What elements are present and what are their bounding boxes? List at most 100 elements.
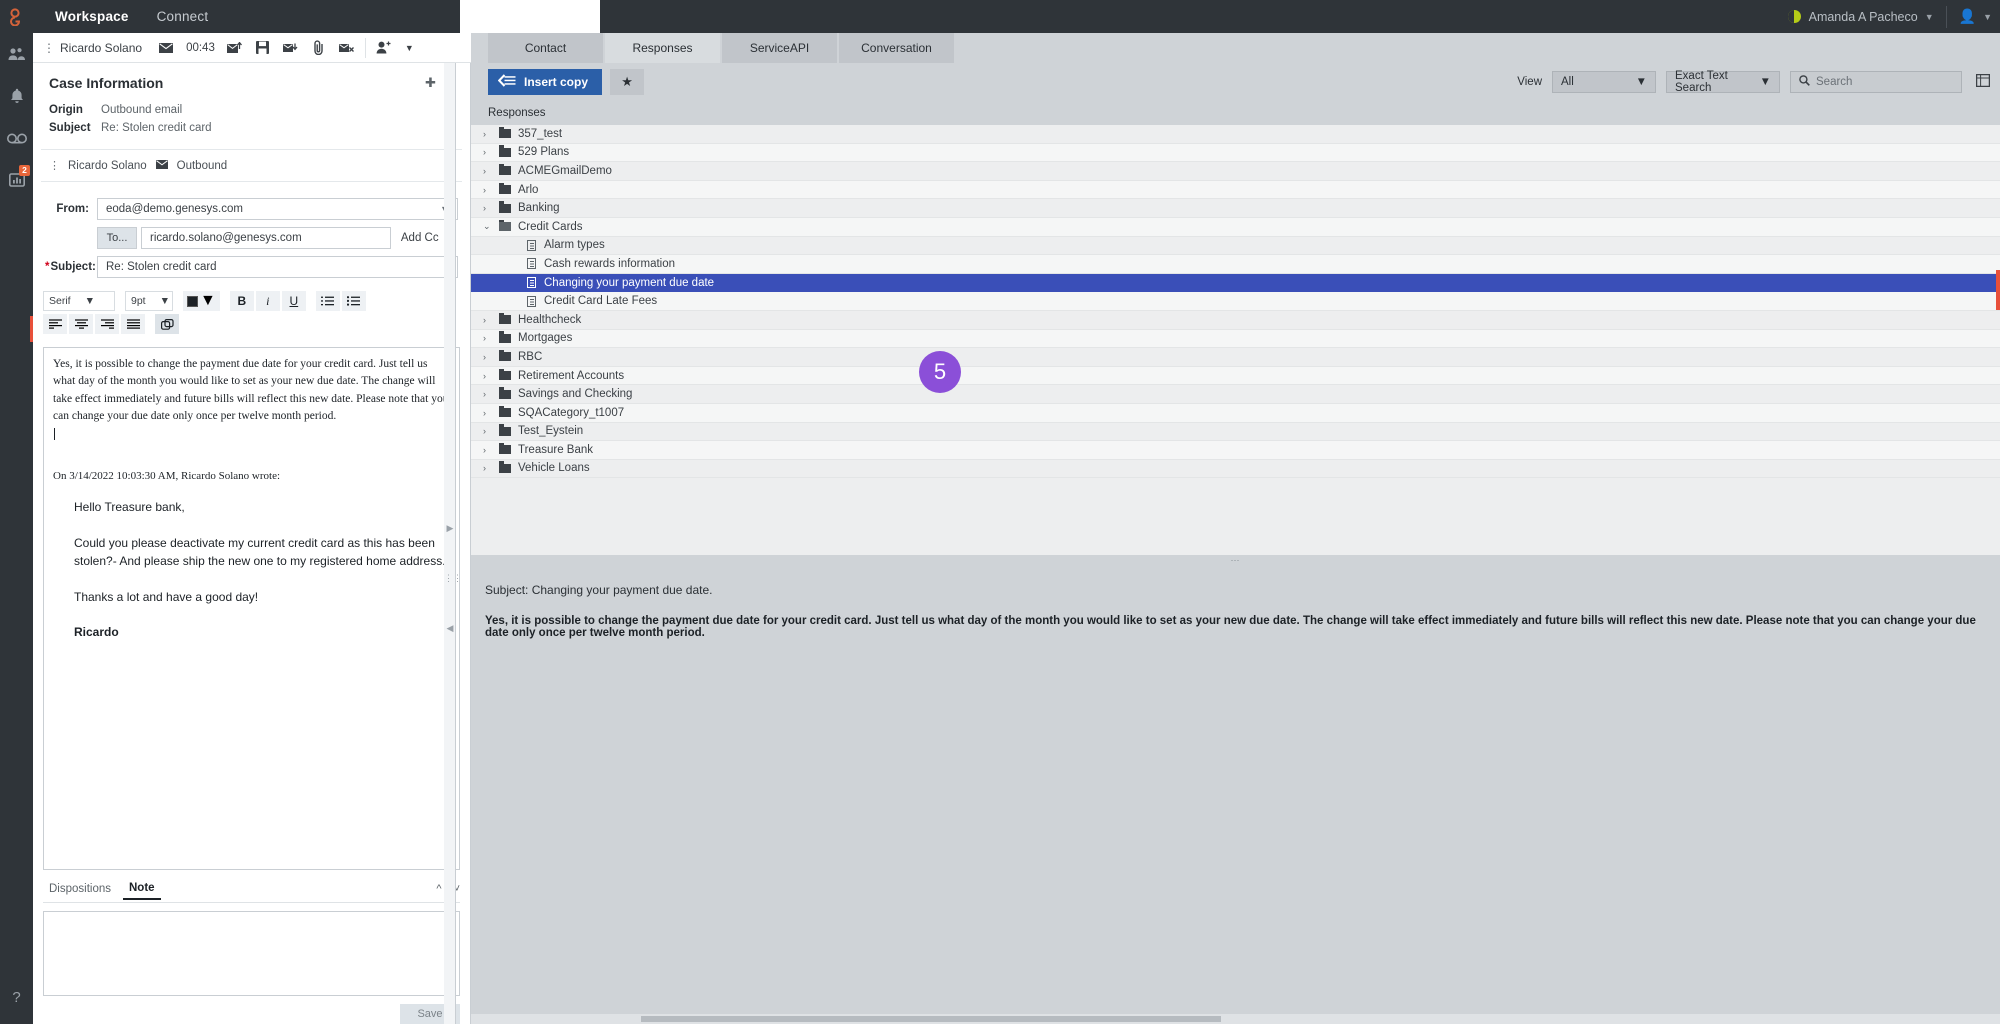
chevron-right-icon[interactable]: ›	[483, 371, 499, 381]
font-size-select[interactable]: 9pt ▼	[125, 291, 173, 311]
reply-send-icon[interactable]	[221, 36, 249, 60]
party-menu-icon[interactable]: ⋮	[49, 159, 60, 172]
status-indicator-icon[interactable]	[1787, 10, 1801, 23]
insert-copy-button[interactable]: Insert copy	[488, 69, 603, 95]
tree-row[interactable]: › Banking	[471, 199, 2000, 218]
preview-splitter[interactable]: ⋯	[471, 555, 2000, 565]
chevron-right-icon[interactable]: ›	[483, 203, 499, 213]
genesys-logo-icon[interactable]	[0, 0, 33, 33]
panel-splitter[interactable]: ▶ ⋮⋮ ◀	[444, 63, 462, 1024]
consult-chevron-down-icon[interactable]: ▼	[405, 43, 414, 53]
consult-person-icon[interactable]	[370, 36, 398, 60]
chevron-right-icon[interactable]: ›	[483, 333, 499, 343]
tree-row[interactable]: › Test_Eystein	[471, 423, 2000, 442]
responses-tree[interactable]: › 357_test › 529 Plans › ACMEGmailDemo › Arlo › B…	[471, 125, 2000, 555]
tree-row[interactable]: Cash rewards information	[471, 255, 2000, 274]
to-button[interactable]: To...	[97, 227, 137, 249]
from-select[interactable]: eoda@demo.genesys.com ▼	[97, 198, 458, 220]
star-add-icon[interactable]: ★	[610, 69, 645, 95]
align-center-icon[interactable]	[69, 314, 93, 334]
tree-row[interactable]: › Healthcheck	[471, 311, 2000, 330]
splitter-expand-right-icon[interactable]: ▶	[444, 523, 456, 534]
tree-row[interactable]: › RBC	[471, 348, 2000, 367]
view-select[interactable]: All ▼	[1552, 71, 1656, 93]
chevron-right-icon[interactable]: ›	[483, 445, 499, 455]
plus-icon[interactable]: ✚	[425, 75, 436, 91]
tree-row[interactable]: › 529 Plans	[471, 143, 2000, 163]
chevron-right-icon[interactable]: ›	[483, 389, 499, 399]
tree-row[interactable]: › 357_test	[471, 125, 2000, 144]
chevron-right-icon[interactable]: ›	[483, 147, 499, 157]
chevron-up-icon[interactable]: ^	[436, 883, 441, 895]
chevron-down-icon[interactable]: ▼	[160, 295, 170, 307]
numbered-list-icon[interactable]	[315, 291, 340, 311]
tree-row[interactable]: › Vehicle Loans	[471, 460, 2000, 479]
align-right-icon[interactable]	[95, 314, 119, 334]
notifications-bell-icon[interactable]	[0, 75, 33, 117]
chevron-right-icon[interactable]: ›	[483, 426, 499, 436]
voicemail-icon[interactable]	[0, 117, 33, 159]
chevron-down-icon[interactable]: ▼	[1760, 76, 1771, 88]
chevron-down-icon[interactable]: ▼	[1636, 76, 1647, 88]
underline-button[interactable]: U	[281, 291, 306, 311]
font-family-select[interactable]: Serif ▼	[43, 291, 115, 311]
chevron-right-icon[interactable]: ›	[483, 129, 499, 139]
tab-contact[interactable]: Contact	[488, 33, 603, 63]
splitter-expand-left-icon[interactable]: ◀	[444, 623, 456, 634]
note-textarea[interactable]	[43, 911, 460, 996]
tab-dispositions[interactable]: Dispositions	[43, 879, 117, 899]
horizontal-scrollbar[interactable]	[471, 1014, 2000, 1024]
chevron-right-icon[interactable]: ›	[483, 408, 499, 418]
chevron-right-icon[interactable]: ›	[483, 166, 499, 176]
tree-row[interactable]: › Savings and Checking	[471, 385, 2000, 404]
party-row[interactable]: ⋮ Ricardo Solano Outbound	[41, 149, 462, 182]
transfer-icon[interactable]	[277, 36, 305, 60]
tab-note[interactable]: Note	[123, 878, 161, 901]
chevron-down-icon[interactable]: ▼	[200, 292, 216, 310]
tree-row[interactable]: › ACMEGmailDemo	[471, 162, 2000, 181]
chevron-right-icon[interactable]: ›	[483, 463, 499, 473]
subject-input[interactable]	[97, 256, 458, 278]
tree-row[interactable]: Changing your payment due date	[471, 273, 2000, 293]
tree-row[interactable]: › Retirement Accounts	[471, 366, 2000, 386]
align-left-icon[interactable]	[43, 314, 67, 334]
agent-avatar-icon[interactable]: 👤	[1959, 8, 1976, 25]
help-icon[interactable]: ?	[0, 976, 33, 1018]
bold-button[interactable]: B	[229, 291, 254, 311]
tab-responses[interactable]: Responses	[605, 33, 720, 63]
interaction-menu-icon[interactable]: ⋮	[37, 41, 60, 55]
tree-row[interactable]: Alarm types	[471, 237, 2000, 256]
grid-view-icon[interactable]	[1975, 73, 1991, 90]
search-mode-select[interactable]: Exact Text Search ▼	[1666, 70, 1780, 94]
nav-connect[interactable]: Connect	[143, 0, 223, 33]
insert-image-icon[interactable]	[155, 314, 179, 334]
tree-row[interactable]: Credit Card Late Fees	[471, 292, 2000, 311]
delete-email-icon[interactable]	[333, 36, 361, 60]
tree-row[interactable]: › Arlo	[471, 180, 2000, 200]
align-justify-icon[interactable]	[121, 314, 145, 334]
bullet-list-icon[interactable]	[341, 291, 366, 311]
splitter-grip-icon[interactable]: ⋮⋮	[444, 573, 462, 584]
italic-button[interactable]: i	[255, 291, 280, 311]
scrollbar-thumb[interactable]	[641, 1016, 1221, 1022]
tree-row[interactable]: › Treasure Bank	[471, 441, 2000, 460]
tree-row[interactable]: › Mortgages	[471, 329, 2000, 349]
text-color-icon[interactable]: ▼	[183, 291, 220, 311]
search-field[interactable]: Search	[1790, 71, 1962, 93]
tree-row[interactable]: › SQACategory_t1007	[471, 403, 2000, 423]
attachment-icon[interactable]	[305, 36, 333, 60]
tab-conversation[interactable]: Conversation	[839, 33, 954, 63]
tree-row[interactable]: ⌄ Credit Cards	[471, 217, 2000, 237]
dashboard-icon[interactable]: 2	[0, 159, 33, 201]
user-menu-chevron-down-icon[interactable]: ▼	[1925, 12, 1934, 22]
chevron-right-icon[interactable]: ›	[483, 315, 499, 325]
agent-menu-chevron-down-icon[interactable]: ▼	[1983, 12, 1992, 22]
contacts-icon[interactable]	[0, 33, 33, 75]
chevron-down-icon[interactable]: ▼	[85, 295, 95, 307]
chevron-down-icon[interactable]: ⌄	[483, 221, 499, 232]
chevron-right-icon[interactable]: ›	[483, 185, 499, 195]
to-input[interactable]	[141, 227, 391, 249]
compose-body-editor[interactable]: Yes, it is possible to change the paymen…	[43, 347, 460, 871]
tab-serviceapi[interactable]: ServiceAPI	[722, 33, 837, 63]
nav-workspace[interactable]: Workspace	[41, 0, 143, 33]
